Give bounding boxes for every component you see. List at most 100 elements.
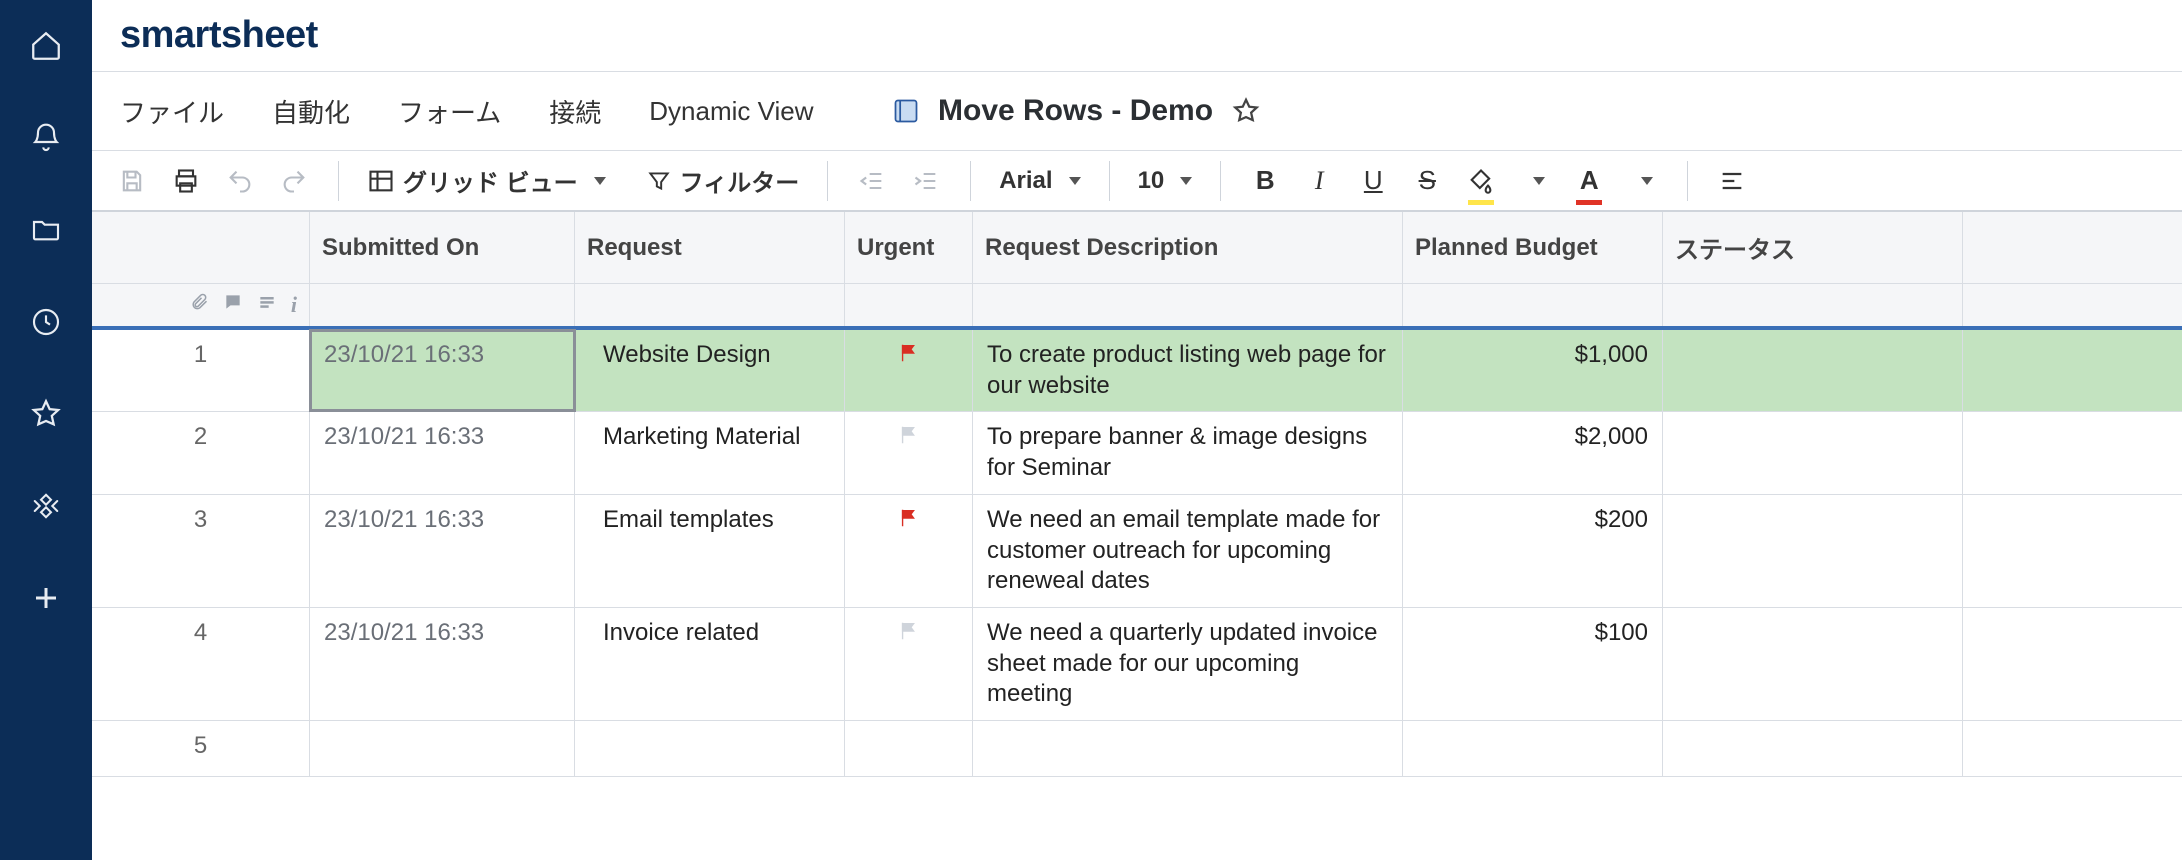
cell-submitted-on[interactable] [310,721,575,776]
row-number-cell[interactable]: 1 [92,330,310,411]
column-header-submitted-on[interactable]: Submitted On [310,212,575,283]
column-header-description[interactable]: Request Description [973,212,1403,283]
text-color-dropdown[interactable] [1623,161,1663,201]
workapps-icon[interactable] [28,488,64,524]
cell-urgent[interactable] [845,330,973,411]
cell-request[interactable]: Marketing Material [575,412,845,493]
cell-description[interactable] [973,721,1403,776]
fill-color-button[interactable] [1461,161,1501,201]
table-row[interactable]: 1 23/10/21 16:33 Website Design To creat… [92,330,2182,412]
brand-bar: smartsheet [92,0,2182,72]
cell-budget[interactable]: $100 [1403,608,1663,720]
recents-icon[interactable] [28,304,64,340]
cell-request[interactable]: Email templates [575,495,845,607]
undo-button[interactable] [220,161,260,201]
outdent-button[interactable] [852,161,892,201]
filter-button[interactable]: フィルター [642,161,804,201]
cell-status[interactable] [1663,330,1963,411]
cell-budget[interactable]: $2,000 [1403,412,1663,493]
text-color-button[interactable]: A [1569,161,1609,201]
menu-dynamic-view[interactable]: Dynamic View [649,96,813,127]
column-header-request[interactable]: Request [575,212,845,283]
row-number-cell[interactable]: 4 [92,608,310,720]
cell-urgent[interactable] [845,412,973,493]
cell-submitted-on[interactable]: 23/10/21 16:33 [310,495,575,607]
flag-icon[interactable] [898,507,920,538]
cell-urgent[interactable] [845,495,973,607]
cell-description[interactable]: To create product listing web page for o… [973,330,1403,411]
info-icon[interactable]: i [291,292,297,318]
menu-automation[interactable]: 自動化 [272,93,350,130]
toolbar-separator [1687,161,1688,201]
toolbar-separator [970,161,971,201]
home-icon[interactable] [28,28,64,64]
flag-icon[interactable] [898,424,920,455]
row-number-cell[interactable]: 2 [92,412,310,493]
comment-icon[interactable] [223,291,243,319]
cell-status[interactable] [1663,495,1963,607]
subheader-cell [1663,284,1963,326]
cell-urgent[interactable] [845,608,973,720]
cell-status[interactable] [1663,412,1963,493]
cell-status[interactable] [1663,721,1963,776]
menu-form[interactable]: フォーム [398,93,501,130]
fill-color-dropdown[interactable] [1515,161,1555,201]
font-size-select[interactable]: 10 [1134,161,1197,201]
table-row[interactable]: 4 23/10/21 16:33 Invoice related We need… [92,608,2182,721]
font-family-select[interactable]: Arial [995,161,1084,201]
cell-status[interactable] [1663,608,1963,720]
table-row[interactable]: 2 23/10/21 16:33 Marketing Material To p… [92,412,2182,494]
cell-description[interactable]: To prepare banner & image designs for Se… [973,412,1403,493]
subheader-cell [845,284,973,326]
bold-button[interactable]: B [1245,161,1285,201]
proof-icon[interactable] [257,291,277,319]
chevron-down-icon [1069,177,1081,185]
indent-button[interactable] [906,161,946,201]
flag-icon[interactable] [898,620,920,651]
cell-description[interactable]: We need an email template made for custo… [973,495,1403,607]
cell-submitted-on[interactable]: 23/10/21 16:33 [310,412,575,493]
flag-icon[interactable] [898,342,920,373]
row-number-cell[interactable]: 5 [92,721,310,776]
notifications-icon[interactable] [28,120,64,156]
menu-file[interactable]: ファイル [120,93,224,130]
cell-submitted-on[interactable]: 23/10/21 16:33 [310,330,575,411]
align-left-button[interactable] [1712,161,1752,201]
cell-description[interactable]: We need a quarterly updated invoice shee… [973,608,1403,720]
table-row[interactable]: 5 [92,721,2182,777]
cell-budget[interactable]: $1,000 [1403,330,1663,411]
favorites-icon[interactable] [28,396,64,432]
cell-urgent[interactable] [845,721,973,776]
column-header-budget[interactable]: Planned Budget [1403,212,1663,283]
cell-budget[interactable]: $200 [1403,495,1663,607]
strikethrough-button[interactable]: S [1407,161,1447,201]
column-header-urgent[interactable]: Urgent [845,212,973,283]
cell-request[interactable]: Website Design [575,330,845,411]
star-icon[interactable] [1231,96,1261,126]
cell-submitted-on[interactable]: 23/10/21 16:33 [310,608,575,720]
sheet-title[interactable]: Move Rows - Demo [938,94,1213,128]
menu-connect[interactable]: 接続 [549,93,601,130]
view-switcher[interactable]: グリッド ビュー [363,161,610,201]
print-button[interactable] [166,161,206,201]
subheader-cell [973,284,1403,326]
view-label: グリッド ビュー [403,163,578,198]
table-row[interactable]: 3 23/10/21 16:33 Email templates We need… [92,495,2182,608]
save-button[interactable] [112,161,152,201]
column-header-status[interactable]: ステータス [1663,212,1963,283]
create-icon[interactable] [28,580,64,616]
toolbar-separator [1220,161,1221,201]
main-area: smartsheet ファイル 自動化 フォーム 接続 Dynamic View… [92,0,2182,860]
cell-request[interactable]: Invoice related [575,608,845,720]
redo-button[interactable] [274,161,314,201]
italic-button[interactable]: I [1299,161,1339,201]
chevron-down-icon [1180,177,1192,185]
browse-icon[interactable] [28,212,64,248]
menu-bar: ファイル 自動化 フォーム 接続 Dynamic View Move Rows … [92,72,2182,150]
underline-button[interactable]: U [1353,161,1393,201]
font-size-label: 10 [1138,167,1165,195]
attachment-icon[interactable] [189,291,209,319]
row-number-cell[interactable]: 3 [92,495,310,607]
cell-request[interactable] [575,721,845,776]
cell-budget[interactable] [1403,721,1663,776]
